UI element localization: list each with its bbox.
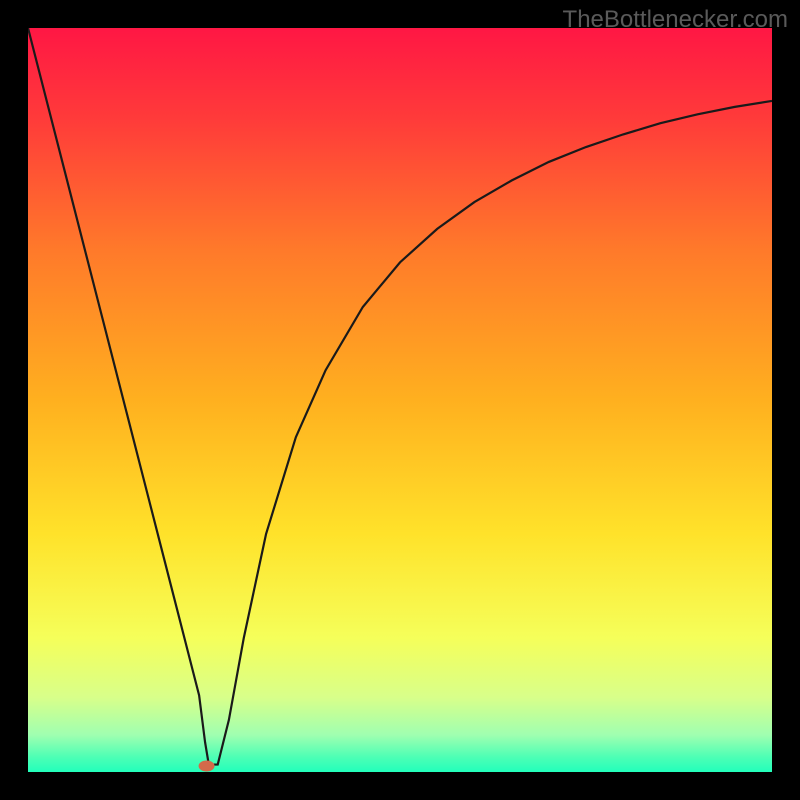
chart-svg — [28, 28, 772, 772]
plot-area — [28, 28, 772, 772]
chart-container: TheBottlenecker.com — [0, 0, 800, 800]
watermark-text: TheBottlenecker.com — [563, 6, 788, 34]
gradient-background — [28, 28, 772, 772]
optimum-marker-icon — [199, 761, 215, 772]
